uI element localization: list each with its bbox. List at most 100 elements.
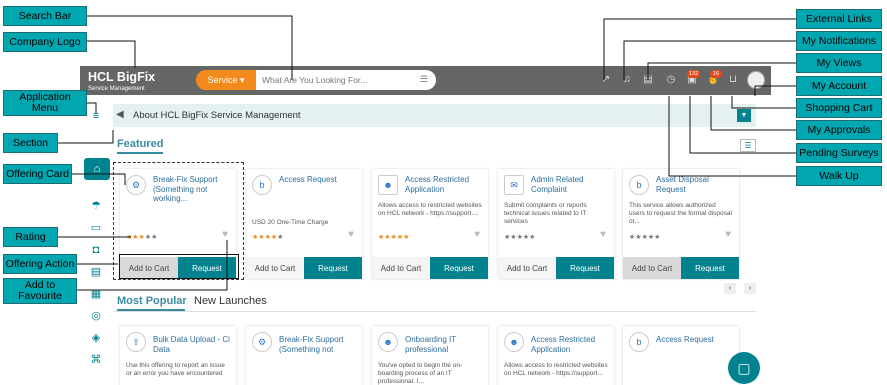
top-bar: HCL BigFix Service Management Service ▾ …	[80, 66, 771, 95]
external-links-icon[interactable]: ↗	[600, 74, 612, 86]
callout-add-to-favourite: Add to Favourite	[3, 278, 77, 304]
megaphone-icon: ◀	[116, 109, 124, 120]
offering-card[interactable]: b Asset Disposal Request This service allo…	[623, 169, 739, 279]
add-to-cart-button[interactable]: Add to Cart	[498, 257, 556, 279]
callout-my-views: My Views	[796, 53, 882, 73]
app-screenshot: HCL BigFix Service Management Service ▾ …	[80, 66, 771, 385]
lock-icon[interactable]: ◘	[89, 243, 103, 257]
request-button[interactable]: Request	[681, 257, 739, 279]
rating-stars[interactable]: ★★★★★	[252, 233, 283, 241]
offering-description: You've opted to begin the on-boarding pr…	[378, 362, 463, 385]
person-icon: ☻	[378, 175, 398, 195]
list-view-icon[interactable]: ☰	[740, 139, 756, 152]
database-icon[interactable]: ◎	[89, 309, 103, 323]
chat-icon[interactable]: ▢	[728, 352, 760, 384]
request-button[interactable]: Request	[556, 257, 614, 279]
callout-offering-card: Offering Card	[3, 164, 72, 184]
b-logo-icon: b	[629, 332, 649, 352]
document-icon[interactable]: ▤	[89, 265, 103, 279]
prev-page-icon[interactable]: ‹	[724, 283, 736, 294]
offering-card[interactable]: b Access Request USD 20 One-Time Charge ★★★…	[246, 169, 362, 279]
callout-company-logo: Company Logo	[3, 32, 87, 52]
heart-icon[interactable]: ♥	[725, 229, 731, 240]
add-to-cart-button[interactable]: Add to Cart	[372, 257, 430, 279]
callout-my-notifications: My Notifications	[796, 31, 882, 51]
callout-my-account: My Account	[796, 76, 882, 96]
add-to-cart-button[interactable]: Add to Cart	[246, 257, 304, 279]
offering-title[interactable]: Asset Disposal Request	[656, 175, 733, 194]
callout-application-menu: Application Menu	[3, 90, 87, 116]
monitor-icon[interactable]: ▭	[89, 221, 103, 235]
offering-title[interactable]: Access Request	[279, 175, 356, 185]
surveys-badge: 132	[687, 70, 701, 78]
featured-underline	[117, 152, 163, 154]
offering-card[interactable]: ☻ Onboarding IT professional You've opted …	[372, 326, 488, 385]
cart-icon[interactable]: ⊔	[727, 74, 739, 86]
offering-title[interactable]: Bulk Data Upload - Ci Data	[153, 335, 230, 354]
umbrella-icon[interactable]: ☂	[89, 199, 103, 213]
tab-most-popular[interactable]: Most Popular	[117, 295, 187, 307]
notifications-icon[interactable]: ♫	[621, 74, 633, 86]
command-icon[interactable]: ⌘	[89, 353, 103, 367]
offering-card[interactable]: b Access Request	[623, 326, 739, 385]
heart-icon[interactable]: ♥	[600, 229, 606, 240]
avatar[interactable]	[747, 71, 765, 89]
views-icon[interactable]: ▤	[642, 74, 654, 86]
hamburger-icon[interactable]: ≡	[89, 109, 103, 123]
heart-icon[interactable]: ♥	[474, 229, 480, 240]
tab-divider	[113, 311, 756, 312]
offering-title[interactable]: Access Restricted Application	[531, 335, 608, 354]
offering-description: Use this offering to report an issue or …	[126, 362, 225, 377]
offering-title[interactable]: Access Restricted Application	[405, 175, 482, 194]
request-button[interactable]: Request	[304, 257, 362, 279]
filter-icon[interactable]: ☰	[420, 74, 428, 85]
offering-title[interactable]: Admin Related Complaint	[531, 175, 608, 194]
search-placeholder: What Are You Looking For...	[262, 75, 368, 85]
announcement-bar[interactable]: ◀ About HCL BigFix Service Management ▼	[113, 104, 756, 127]
offering-title[interactable]: Access Request	[656, 335, 733, 345]
offering-card[interactable]: ☻ Access Restricted Application Allows acc…	[498, 326, 614, 385]
rating-stars[interactable]: ★★★★★	[629, 233, 660, 241]
featured-heading: Featured	[117, 138, 164, 150]
callout-rating: Rating	[3, 227, 58, 247]
callout-external-links: External Links	[796, 9, 882, 29]
offering-description: Allows access to restricted websites on …	[378, 202, 482, 217]
tab-underline	[117, 309, 185, 311]
b-logo-icon: b	[629, 175, 649, 195]
approvals-badge: 16	[710, 70, 722, 78]
shield-icon[interactable]: ◈	[89, 331, 103, 345]
request-button[interactable]: Request	[430, 257, 488, 279]
offering-title[interactable]: Onboarding IT professional	[405, 335, 482, 354]
offering-description: Submit complaints or reports technical i…	[504, 202, 587, 225]
search-input[interactable]: What Are You Looking For... ☰	[256, 70, 436, 90]
offering-card[interactable]: ✉ Admin Related Complaint Submit complaint…	[498, 169, 614, 279]
offering-card[interactable]: ⇪ Bulk Data Upload - Ci Data Use this offe…	[120, 326, 236, 385]
upload-icon: ⇪	[126, 332, 146, 352]
offering-card[interactable]: ⚙ Break-Fix Support (Something not workin…	[246, 326, 362, 385]
offering-price: USD 20 One-Time Charge	[252, 219, 329, 226]
next-page-icon[interactable]: ›	[744, 283, 756, 294]
service-dropdown[interactable]: Service ▾	[196, 70, 256, 90]
callout-shopping-cart: Shopping Cart	[796, 98, 882, 118]
person-icon: ☻	[504, 332, 524, 352]
rating-stars[interactable]: ★★★★★	[378, 233, 409, 241]
callout-application-menu-l2: Menu	[31, 102, 59, 114]
offering-card[interactable]: ☻ Access Restricted Application Allows acc…	[372, 169, 488, 279]
callout-my-approvals: My Approvals	[796, 120, 882, 140]
offering-action-highlight	[119, 254, 239, 279]
chevron-down-icon[interactable]: ▼	[737, 109, 751, 122]
logo-main: HCL BigFix	[88, 70, 156, 84]
sidebar-item-section-active[interactable]: ⌂	[84, 158, 110, 180]
callout-section: Section	[3, 133, 58, 153]
tab-new-launches[interactable]: New Launches	[194, 295, 267, 307]
callout-walk-up: Walk Up	[796, 166, 882, 186]
calendar-icon[interactable]: ▦	[89, 287, 103, 301]
rating-stars[interactable]: ★★★★★	[504, 233, 535, 241]
offering-description: This service allows authorized users to …	[629, 202, 732, 225]
offering-title[interactable]: Break-Fix Support (Something not working…	[279, 335, 356, 354]
company-logo[interactable]: HCL BigFix Service Management	[88, 69, 155, 92]
add-to-cart-button[interactable]: Add to Cart	[623, 257, 681, 279]
heart-icon[interactable]: ♥	[348, 229, 354, 240]
callout-search-bar: Search Bar	[3, 6, 87, 26]
walk-up-icon[interactable]: ◷	[665, 74, 677, 86]
